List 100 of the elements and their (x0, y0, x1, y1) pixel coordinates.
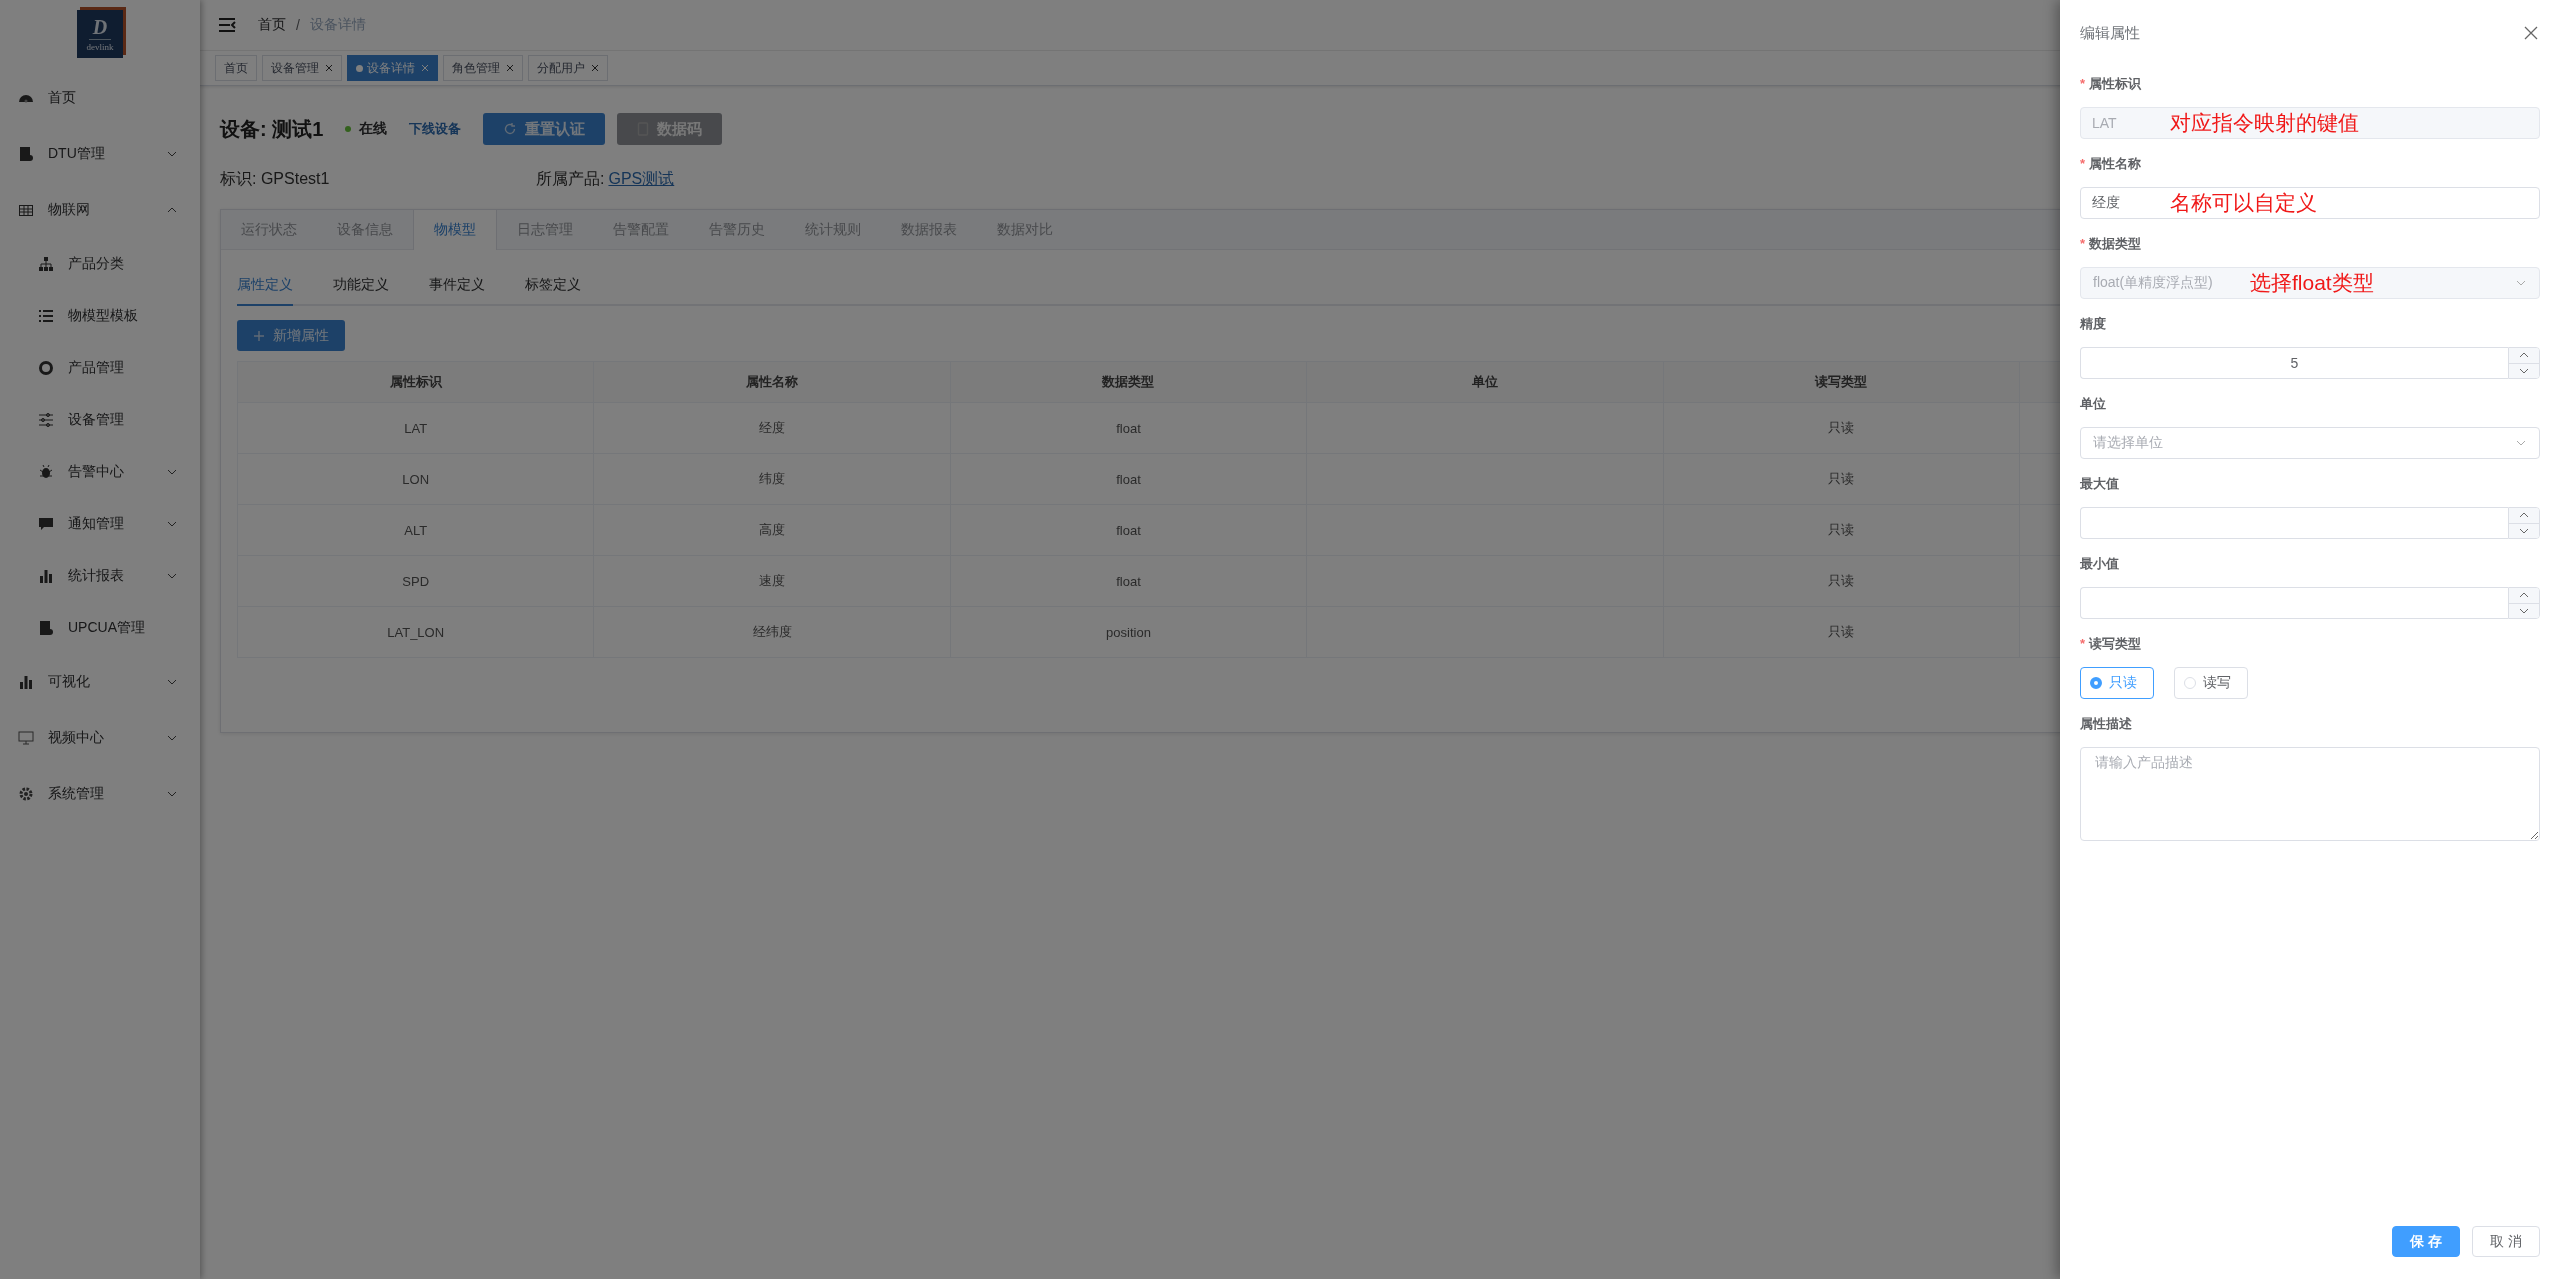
table-cell: float (950, 555, 1307, 607)
tag[interactable]: 设备管理 (262, 55, 342, 81)
menu-item[interactable]: 统计报表 (0, 550, 200, 602)
cancel-button[interactable]: 取 消 (2472, 1226, 2540, 1257)
field-label: * 属性名称 (2080, 155, 2143, 173)
close-button[interactable] (2522, 24, 2540, 42)
field-label: * 属性标识 (2080, 75, 2143, 93)
menu-label: 视频中心 (48, 729, 105, 747)
hierarchy-icon (38, 256, 54, 272)
annotation-text: 选择float类型 (2250, 270, 2374, 296)
menu-item[interactable]: DTU管理 (0, 126, 200, 182)
subtab[interactable]: 标签定义 (525, 276, 581, 306)
table-cell: 速度 (593, 555, 951, 607)
server-icon (18, 146, 34, 162)
menu-item[interactable]: 物联网 (0, 182, 200, 238)
bar-chart-icon (38, 568, 54, 584)
table-cell: 经纬度 (593, 606, 951, 658)
tag[interactable]: 分配用户 (528, 55, 608, 81)
menu-label: UPCUA管理 (68, 619, 146, 637)
table-cell: float (950, 402, 1307, 454)
table-cell: 纬度 (593, 453, 951, 505)
add-button[interactable]: 新增属性 (237, 320, 345, 351)
save-button[interactable]: 保 存 (2392, 1226, 2461, 1257)
increment-button[interactable] (2509, 508, 2539, 524)
menu-label: 系统管理 (48, 785, 105, 803)
chat-icon (38, 516, 54, 532)
column-header: 数据类型 (950, 361, 1307, 403)
table-cell: 只读 (1663, 555, 2020, 607)
tag[interactable]: 设备详情 (347, 55, 438, 81)
menu-item[interactable]: 产品管理 (0, 342, 200, 394)
menu-item[interactable]: 通知管理 (0, 498, 200, 550)
radio-option[interactable]: 只读 (2080, 667, 2154, 699)
menu-label: 物联网 (48, 201, 91, 219)
logo-text: devlink (86, 41, 114, 52)
identifier-text: 标识: GPStest1 (220, 168, 331, 189)
reset-button[interactable]: 重置认证 (483, 113, 606, 145)
menu-label: 通知管理 (68, 515, 125, 533)
annotation-text: 对应指令映射的键值 (2170, 110, 2359, 136)
table-cell: float (950, 453, 1307, 505)
tab[interactable]: 物模型 (413, 210, 497, 250)
offline-link[interactable]: 下线设备 (409, 120, 462, 138)
tag[interactable]: 角色管理 (443, 55, 523, 81)
logo-letter: D (88, 16, 112, 40)
menu-item[interactable]: 设备管理 (0, 394, 200, 446)
bug-icon (38, 464, 54, 480)
number-field[interactable] (2080, 587, 2508, 619)
menu-label: 告警中心 (68, 463, 125, 481)
description-field[interactable]: 请输入产品描述 (2080, 747, 2540, 841)
table-cell: 高度 (593, 504, 951, 556)
menu-item[interactable]: 物模型模板 (0, 290, 200, 342)
close-icon (2524, 26, 2538, 40)
menu-item[interactable]: 首页 (0, 70, 200, 126)
menu-item[interactable]: 产品分类 (0, 238, 200, 290)
menu-label: 设备管理 (68, 411, 125, 429)
tag-label: 设备详情 (367, 59, 415, 77)
table-cell: 只读 (1663, 453, 2020, 505)
menu-item[interactable]: 视频中心 (0, 710, 200, 766)
grid-icon (18, 202, 34, 218)
status-label: 在线 (359, 120, 388, 138)
column-header: 单位 (1306, 361, 1664, 403)
subtab[interactable]: 属性定义 (237, 276, 293, 306)
field-label: 精度 (2080, 315, 2107, 333)
table-cell: float (950, 504, 1307, 556)
bar-chart-icon (18, 674, 34, 690)
dot-icon (356, 64, 363, 72)
radio-option[interactable]: 读写 (2174, 667, 2248, 699)
field-label: * 读写类型 (2080, 635, 2143, 653)
table-cell: 只读 (1663, 504, 2020, 556)
field-label: 单位 (2080, 395, 2107, 413)
ring-icon (38, 360, 54, 376)
menu-item[interactable]: 可视化 (0, 654, 200, 710)
menu-label: 产品分类 (68, 255, 125, 273)
menu-item[interactable]: 系统管理 (0, 766, 200, 822)
field-label: * 数据类型 (2080, 235, 2143, 253)
breadcrumb-item[interactable]: 首页 (258, 16, 286, 34)
menu-item[interactable]: UPCUA管理 (0, 602, 200, 654)
tag[interactable]: 首页 (215, 55, 257, 81)
server-icon (38, 620, 54, 636)
product-link[interactable]: GPS测试 (608, 169, 675, 187)
product-label: 所属产品: (536, 169, 605, 187)
monitor-icon (18, 730, 34, 746)
tag-label: 首页 (224, 59, 248, 77)
subtab[interactable]: 事件定义 (429, 276, 485, 306)
table-cell: LAT_LON (237, 606, 594, 658)
menu-icon (218, 17, 236, 33)
subtab[interactable]: 功能定义 (333, 276, 389, 306)
tag-label: 分配用户 (537, 59, 585, 77)
column-header: 属性标识 (237, 361, 594, 403)
menu-label: 可视化 (48, 673, 91, 691)
refresh-icon (503, 122, 518, 136)
number-field[interactable]: 5 (2080, 347, 2508, 379)
field-label: 最小值 (2080, 555, 2120, 573)
drawer-title: 编辑属性 (2080, 23, 2140, 43)
number-field[interactable] (2080, 507, 2508, 539)
menu-label: DTU管理 (48, 145, 106, 163)
increment-button[interactable] (2509, 588, 2539, 604)
menu-item[interactable]: 告警中心 (0, 446, 200, 498)
select-field[interactable]: 请选择单位 (2080, 427, 2540, 459)
increment-button[interactable] (2509, 348, 2539, 364)
table-cell: 经度 (593, 402, 951, 454)
